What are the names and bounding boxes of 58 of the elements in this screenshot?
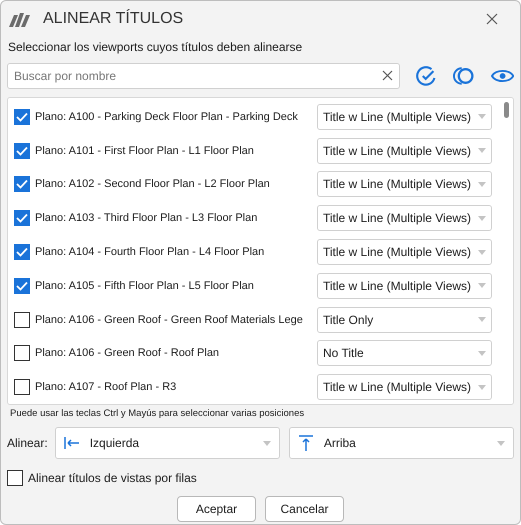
checkbox[interactable]: [7, 470, 23, 486]
viewport-name[interactable]: Plano: A102 - Second Floor Plan - L2 Floor Plan: [35, 176, 313, 192]
check-all-icon[interactable]: [416, 65, 438, 87]
search-field[interactable]: Buscar por nombre: [7, 63, 400, 89]
circle-icon[interactable]: [453, 65, 475, 87]
title-type-dropdown[interactable]: No Title: [317, 340, 492, 366]
vertical-align-dropdown[interactable]: Arriba: [288, 427, 514, 459]
dialog-button[interactable]: Cancelar: [265, 496, 344, 522]
dialog-button[interactable]: Aceptar: [177, 496, 256, 522]
scrollbar-thumb[interactable]: [504, 102, 509, 118]
horizontal-align-dropdown[interactable]: Izquierda: [54, 427, 280, 459]
caret-icon: [478, 283, 486, 288]
caret-icon: [478, 114, 486, 120]
checkbox[interactable]: [14, 345, 30, 362]
caret-icon: [478, 350, 486, 356]
viewport-name[interactable]: Plano: A103 - Third Floor Plan - L3 Floor Plan: [35, 210, 313, 226]
caret-icon: [478, 182, 486, 187]
eye-icon[interactable]: [490, 68, 514, 84]
caret-icon: [478, 250, 486, 255]
close-icon[interactable]: [486, 13, 498, 25]
viewport-name[interactable]: Plano: A107 - Roof Plan - R3: [35, 379, 313, 396]
logo-icon: [9, 11, 33, 27]
title-type-dropdown[interactable]: Title w Line (Multiple Views): [317, 205, 492, 232]
caret-icon: [497, 440, 505, 446]
checkbox[interactable]: [14, 278, 30, 294]
caret-icon: [478, 384, 486, 390]
checkbox[interactable]: [14, 176, 30, 192]
instruction-text: Seleccionar los viewports cuyos títulos deben alinearse: [8, 39, 302, 56]
checkbox[interactable]: [14, 312, 30, 328]
viewport-name[interactable]: Plano: A100 - Parking Deck Floor Plan - Parking Deck: [35, 108, 313, 125]
viewport-name[interactable]: Plano: A106 - Green Roof - Roof Plan: [35, 345, 313, 362]
checkbox[interactable]: [14, 379, 30, 396]
viewport-name[interactable]: Plano: A101 - First Floor Plan - L1 Floor Plan: [35, 142, 313, 159]
caret-icon: [478, 216, 486, 221]
align-left-icon: [64, 437, 80, 449]
caret-icon: [478, 148, 486, 154]
viewport-name[interactable]: Plano: A106 - Green Roof - Green Roof Materials Lege: [35, 312, 313, 328]
viewport-name[interactable]: Plano: A105 - Fifth Floor Plan - L5 Floor Plan: [35, 278, 313, 294]
title-type-dropdown[interactable]: Title w Line (Multiple Views): [317, 138, 492, 164]
align-rows-label: Alinear títulos de vistas por filas: [28, 470, 197, 487]
checkbox[interactable]: [14, 142, 30, 159]
align-top-icon: [298, 435, 314, 451]
title-type-dropdown[interactable]: Title Only: [317, 306, 492, 333]
title-type-dropdown[interactable]: Title w Line (Multiple Views): [317, 104, 492, 130]
title-type-dropdown[interactable]: Title w Line (Multiple Views): [317, 171, 492, 198]
checkbox[interactable]: [14, 210, 30, 226]
title-type-dropdown[interactable]: Title w Line (Multiple Views): [317, 272, 492, 299]
checkbox[interactable]: [14, 108, 30, 125]
clear-icon[interactable]: [382, 70, 394, 81]
caret-icon: [478, 317, 486, 322]
title-type-dropdown[interactable]: Title w Line (Multiple Views): [317, 239, 492, 266]
viewport-name[interactable]: Plano: A104 - Fourth Floor Plan - L4 Floor Plan: [35, 244, 313, 260]
align-label: Alinear:: [7, 435, 48, 452]
title-type-dropdown[interactable]: Title w Line (Multiple Views): [317, 374, 492, 400]
window-title: ALINEAR TÍTULOS: [43, 8, 184, 29]
checkbox[interactable]: [14, 244, 30, 260]
hint-text: Puede usar las teclas Ctrl y Mayús para seleccionar varias posiciones: [10, 406, 304, 421]
caret-icon: [262, 440, 271, 446]
